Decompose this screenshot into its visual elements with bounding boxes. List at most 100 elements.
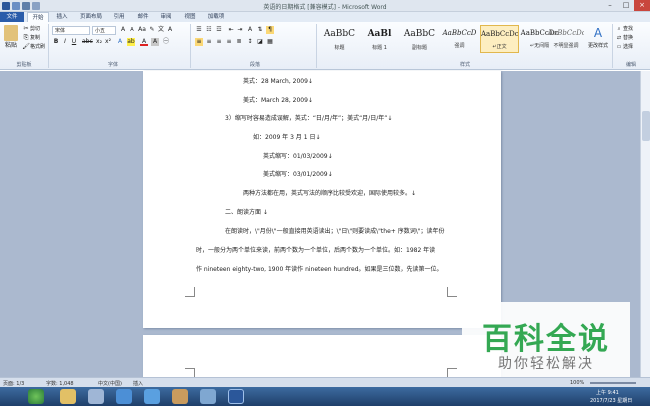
title-bar: 英语的日期格式 [兼容模式] - Microsoft Word – □ × <box>0 0 650 12</box>
taskbar: 上午 9:41 2017/7/23 星期日 <box>0 387 650 406</box>
app-icon[interactable] <box>200 389 216 404</box>
enclose-char-icon[interactable]: ㊀ <box>162 38 170 46</box>
page-count[interactable]: 页面: 1/3 <box>3 380 24 387</box>
style-heading1[interactable]: AaBl 标题 1 <box>360 25 399 53</box>
select-icon[interactable]: ▭ <box>615 43 623 51</box>
copy-label[interactable]: 复制 <box>30 34 44 42</box>
justify-icon[interactable]: ≡ <box>225 38 233 46</box>
status-bar: 页面: 1/3 字数: 1,048 中文(中国) 插入 100% <box>0 377 650 387</box>
bullets-icon[interactable]: ☰ <box>195 26 203 34</box>
app-icon[interactable] <box>88 389 104 404</box>
style-emphasis[interactable]: AaBbCcD 强调 <box>440 25 479 53</box>
tab-view[interactable]: 视图 <box>180 12 200 22</box>
style-sample: AaBbC <box>403 29 436 39</box>
tab-mailings[interactable]: 邮件 <box>133 12 153 22</box>
decrease-indent-icon[interactable]: ⇤ <box>227 26 235 34</box>
clear-format-icon[interactable]: ✎ <box>148 26 156 34</box>
ribbon-separator <box>48 24 49 68</box>
change-case-icon[interactable]: Aa <box>138 26 146 34</box>
numbering-icon[interactable]: ☷ <box>205 26 213 34</box>
style-name: 标题 <box>334 45 345 51</box>
align-right-icon[interactable]: ≡ <box>215 38 223 46</box>
tab-insert[interactable]: 插入 <box>52 12 72 22</box>
vertical-scrollbar[interactable] <box>640 71 650 377</box>
word-count[interactable]: 字数: 1,048 <box>46 380 74 387</box>
subscript-icon[interactable]: x₂ <box>95 38 103 46</box>
tab-file[interactable]: 文件 <box>0 12 24 22</box>
cut-label[interactable]: 剪切 <box>30 25 44 33</box>
close-button[interactable]: × <box>634 0 650 11</box>
sort-icon[interactable]: ⇅ <box>256 26 264 34</box>
styles-group-label: 样式 <box>459 62 470 68</box>
multilevel-list-icon[interactable]: ☲ <box>215 26 223 34</box>
replace-icon[interactable]: ⇄ <box>615 34 623 42</box>
clock-date[interactable]: 2017/7/23 星期日 <box>590 397 632 404</box>
strikethrough-icon[interactable]: abc <box>82 38 93 46</box>
replace-label[interactable]: 替换 <box>623 34 637 42</box>
word-taskbar-icon[interactable] <box>228 389 244 404</box>
scroll-thumb[interactable] <box>642 111 650 141</box>
app-icon[interactable] <box>116 389 132 404</box>
app-icon[interactable] <box>144 389 160 404</box>
text-effects-icon[interactable]: A <box>116 38 124 46</box>
font-name-select[interactable]: 宋体 <box>52 26 90 35</box>
cut-icon[interactable]: ✂ <box>22 25 30 33</box>
paste-icon[interactable] <box>4 25 18 41</box>
line-spacing-icon[interactable]: ↕ <box>246 38 254 46</box>
tab-home[interactable]: 开始 <box>27 12 49 22</box>
zoom-level[interactable]: 100% <box>570 380 584 386</box>
document-page[interactable]: 英式：28 March, 2009↓ 美式：March 28, 2009↓ 3）… <box>143 71 501 328</box>
superscript-icon[interactable]: x² <box>104 38 112 46</box>
crop-mark <box>447 287 457 297</box>
doc-line: 3）缩写时容易造成误解，英式：“日/月/年”；美式“月/日/年”↓ <box>225 115 393 122</box>
chinese-layout-icon[interactable]: A <box>246 26 254 34</box>
grow-font-icon[interactable]: A <box>119 26 127 34</box>
find-label[interactable]: 查找 <box>623 25 637 33</box>
style-name: 标题 1 <box>372 45 387 51</box>
underline-icon[interactable]: U <box>70 38 78 46</box>
copy-icon[interactable]: ⎘ <box>22 34 30 42</box>
explorer-icon[interactable] <box>60 389 76 404</box>
maximize-button[interactable]: □ <box>618 0 634 11</box>
tab-review[interactable]: 审阅 <box>156 12 176 22</box>
find-icon[interactable]: ⌕ <box>615 25 623 33</box>
doc-line: 在朗读时，\"月份\"一般直接用英语读出；\"日\"则要读成\"the+ 序数词… <box>225 228 445 235</box>
language[interactable]: 中文(中国) <box>98 380 122 387</box>
style-subtitle[interactable]: AaBbC 副标题 <box>400 25 439 53</box>
font-size-select[interactable]: 小五 <box>92 26 116 35</box>
select-label[interactable]: 选择 <box>623 43 637 51</box>
paragraph-group-label: 段落 <box>249 62 260 68</box>
style-subtle-emphasis[interactable]: AaBbCcDc 不明显强调 <box>548 25 584 53</box>
char-border-icon[interactable]: A <box>166 26 174 34</box>
insert-mode[interactable]: 插入 <box>133 380 143 387</box>
tab-addins[interactable]: 加载项 <box>203 12 229 22</box>
paste-label[interactable]: 粘贴 <box>2 42 20 50</box>
style-title[interactable]: AaBbC 标题 <box>320 25 359 53</box>
app-icon[interactable] <box>172 389 188 404</box>
change-styles-icon[interactable]: A <box>591 26 605 40</box>
shrink-font-icon[interactable]: A <box>128 26 136 34</box>
bold-icon[interactable]: B <box>52 38 60 46</box>
shading-icon[interactable]: ◪ <box>256 38 264 46</box>
char-shading-icon[interactable]: A <box>151 38 159 46</box>
increase-indent-icon[interactable]: ⇥ <box>236 26 244 34</box>
font-color-icon[interactable]: A <box>140 38 148 46</box>
format-painter-label[interactable]: 格式刷 <box>30 43 48 51</box>
show-marks-icon[interactable]: ¶ <box>266 26 274 34</box>
change-styles-label[interactable]: 更改样式 <box>586 42 610 50</box>
tab-references[interactable]: 引用 <box>109 12 129 22</box>
zoom-slider[interactable] <box>590 382 636 384</box>
style-normal[interactable]: AaBbCcDc ↵正文 <box>480 25 519 53</box>
start-button[interactable] <box>28 389 44 404</box>
italic-icon[interactable]: I <box>61 38 69 46</box>
tab-page-layout[interactable]: 页面布局 <box>76 12 106 22</box>
phonetic-icon[interactable]: 文 <box>157 26 165 34</box>
highlight-icon[interactable]: ab <box>127 38 135 46</box>
align-center-icon[interactable]: ≡ <box>205 38 213 46</box>
format-painter-icon[interactable]: 🖌 <box>22 43 30 51</box>
align-left-icon[interactable]: ≡ <box>195 38 203 46</box>
clock-time[interactable]: 上午 9:41 <box>596 389 619 396</box>
minimize-button[interactable]: – <box>602 0 618 11</box>
borders-icon[interactable]: ▦ <box>266 38 274 46</box>
distributed-icon[interactable]: ≣ <box>235 38 243 46</box>
